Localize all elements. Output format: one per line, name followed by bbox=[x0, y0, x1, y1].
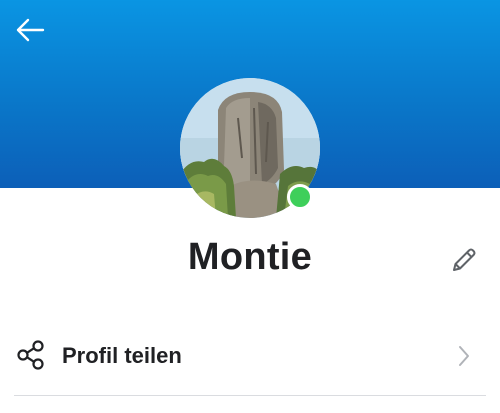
arrow-left-icon bbox=[16, 18, 45, 42]
chevron-right-icon bbox=[459, 346, 469, 366]
back-button[interactable] bbox=[10, 12, 50, 48]
profile-name: Montie bbox=[187, 236, 313, 278]
edit-name-button[interactable] bbox=[444, 240, 484, 280]
online-status-indicator bbox=[287, 184, 313, 210]
share-icon bbox=[17, 340, 44, 370]
pencil-icon bbox=[453, 248, 476, 271]
share-profile-row[interactable]: Profil teilen bbox=[0, 326, 500, 388]
share-profile-label: Profil teilen bbox=[62, 343, 182, 368]
divider bbox=[14, 395, 486, 396]
profile-screen: Montie Profil teilen bbox=[0, 0, 500, 413]
